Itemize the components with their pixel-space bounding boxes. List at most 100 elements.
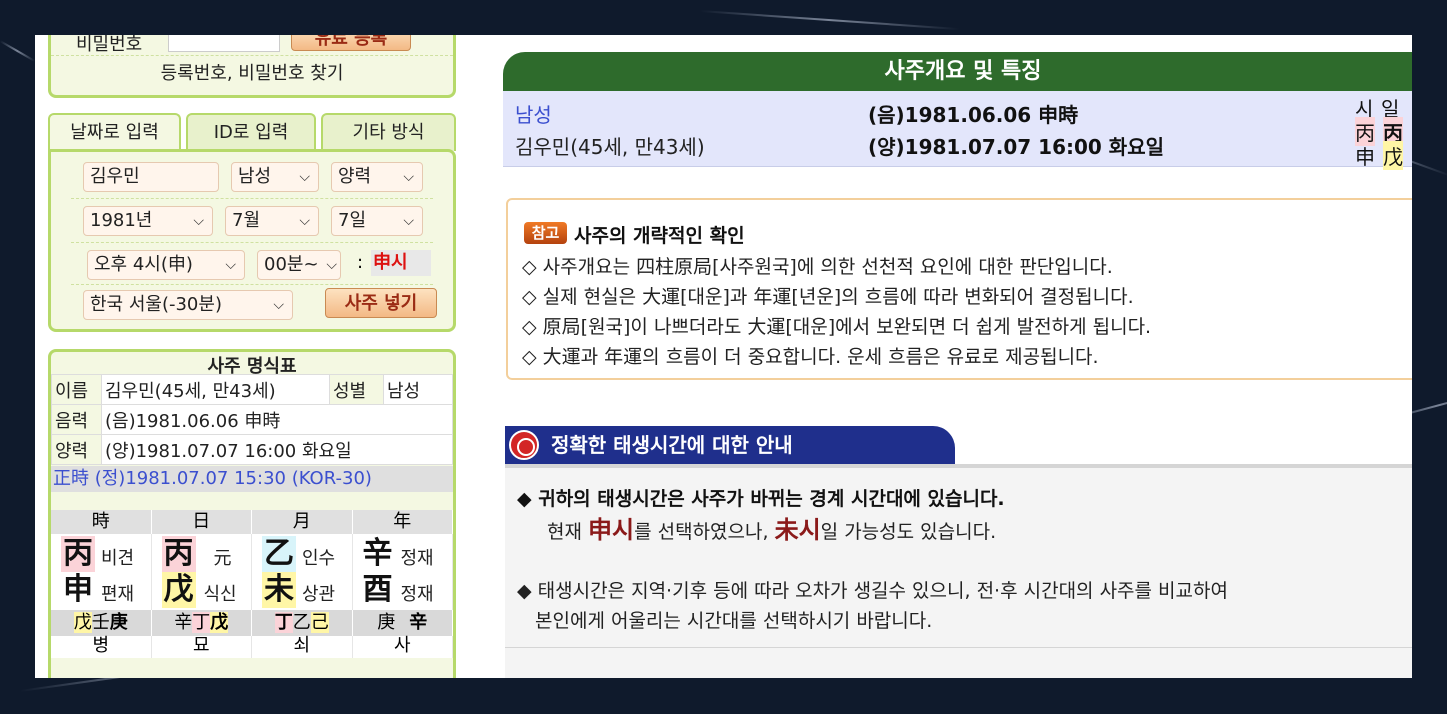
calendar-select-value: 양력 [338,166,372,187]
stem-ten-god: 비견 [101,548,135,569]
saju-submit-button[interactable]: 사주 넣기 [325,288,437,318]
login-box: 비밀번호 유료 등록 등록번호, 비밀번호 찾기 [48,35,456,98]
solar-value: (양)1981.07.07 16:00 화요일 [101,434,453,465]
overview-header: 사주개요 및 특징 [503,52,1412,91]
month-select-value: 7월 [232,210,261,231]
birth-time-header-text: 정확한 태생시간에 대한 안내 [551,433,793,457]
name-input[interactable]: 김우민 [83,162,219,192]
chevron-down-icon: ⌵ [326,257,337,273]
section-divider [505,647,1412,648]
stem-char: 辛 [362,536,393,571]
row-divider [71,284,433,285]
day-select[interactable]: 7일 ⌵ [331,206,423,236]
hidden-stems-day: 辛丁戊 [152,610,252,636]
stage-month: 쇠 [252,636,353,658]
birth-line-4: 본인에게 어울리는 시간대를 선택하시기 바랍니다. [535,610,933,632]
minute-select[interactable]: 00분~ ⌵ [257,250,341,280]
pillar-head-year: 年 [353,510,453,534]
pillar-year: 辛 정재 酉 정재 [353,534,453,610]
chevron-down-icon: ⌵ [193,213,204,229]
chevron-down-icon: ⌵ [225,257,236,273]
tab-id-input[interactable]: ID로 입력 [186,113,316,151]
chevron-down-icon: ⌵ [403,213,414,229]
hidden-stems-row: 戊壬庚 辛丁戊 丁乙己 庚辛 [51,610,453,636]
mini-branch-hour: 申 [1355,145,1375,169]
lunar-label: 음력 [51,404,102,435]
calendar-select[interactable]: 양력 ⌵ [331,162,423,192]
stage-year: 사 [353,636,453,658]
birth-time-header: 정확한 태생시간에 대한 안내 [505,426,955,464]
chevron-down-icon: ⌵ [299,213,310,229]
region-select-value: 한국 서울(-30분) [90,294,222,315]
branch-ten-god: 식신 [203,584,237,605]
reference-note-box: 참고 사주의 개략적인 확인 ◇ 사주개요는 四柱原局[사주원국]에 의한 선천… [506,198,1412,380]
name-value: 김우민(45세, 만43세) [101,374,330,405]
pillar-head-month: 月 [252,510,353,534]
chevron-down-icon: ⌵ [299,169,310,185]
four-pillars: 時 日 月 年 丙 비견 申 편재 丙 元 戊 식신 乙 인수 未 상관 辛 정… [51,510,453,658]
pillar-body: 丙 비견 申 편재 丙 元 戊 식신 乙 인수 未 상관 辛 정재 酉 정재 [51,534,453,610]
branch-ten-god: 편재 [101,584,135,605]
summary-solar-date: (양)1981.07.07 16:00 화요일 [868,135,1164,159]
branch-ten-god: 정재 [400,584,434,605]
birth-line-3: ◆ 태생시간은 지역·기후 등에 따라 오차가 생길수 있으니, 전·후 시간대… [517,580,1228,602]
hour-select-value: 오후 4시(申) [94,254,193,275]
branch-char: 酉 [362,572,393,607]
gender-value: 남성 [383,374,453,405]
branch-char: 戊 [161,572,196,608]
find-credentials-link[interactable]: 등록번호, 비밀번호 찾기 [51,55,453,85]
hidden-stems-month: 丁乙己 [252,610,353,636]
hour-select[interactable]: 오후 4시(申) ⌵ [87,250,245,280]
stem-char: 丙 [61,536,95,572]
selected-hour: 申시 [588,516,635,544]
input-method-tabs: 날짜로 입력 ID로 입력 기타 방식 [48,113,456,153]
branch-char: 未 [262,572,296,608]
solar-label: 양력 [51,434,102,465]
background-streak [0,40,36,62]
saju-chart-box: 사주 명식표 이름 김우민(45세, 만43세) 성별 남성 음력 (음)198… [48,349,456,678]
pillar-hour: 丙 비견 申 편재 [51,534,152,610]
minute-select-value: 00분~ [264,254,319,275]
background-streak [699,10,960,31]
gender-select[interactable]: 남성 ⌵ [231,162,319,192]
password-input[interactable] [168,35,280,52]
summary-name-age: 김우민(45세, 만43세) [515,135,705,159]
reference-line: ◇ 사주개요는 四柱原局[사주원국]에 의한 선천적 요인에 대한 판단입니다. [522,256,1113,278]
stage-hour: 병 [51,636,152,658]
time-separator: : [357,252,364,273]
pillar-headers: 時 日 月 年 [51,510,453,534]
reference-line: ◇ 大運과 年運의 흐름이 더 중요합니다. 운세 흐름은 유료로 제공됩니다. [522,346,1099,368]
summary-lunar-date: (음)1981.06.06 申時 [868,103,1079,127]
gender-select-value: 남성 [238,166,272,187]
reference-line: ◇ 原局[원국]이 나쁘더라도 大運[대운]에서 보완되면 더 쉽게 발전하게 … [522,316,1152,338]
region-select[interactable]: 한국 서울(-30분) ⌵ [83,290,293,320]
tab-other-method[interactable]: 기타 방식 [321,113,456,151]
tab-date-input[interactable]: 날짜로 입력 [48,113,181,153]
stem-char: 乙 [262,536,296,572]
twelve-stages-row: 병 묘 쇠 사 [51,636,453,658]
reference-title: 사주의 개략적인 확인 [574,225,745,247]
hidden-stems-year: 庚辛 [353,610,453,636]
day-select-value: 7일 [338,210,367,231]
alternative-hour: 未시 [774,516,821,544]
month-select[interactable]: 7월 ⌵ [225,206,319,236]
stem-char: 丙 [161,536,196,572]
row-divider [71,198,433,199]
mini-branch-day: 戊 [1383,141,1403,170]
name-label: 이름 [51,374,102,405]
birth-input-form: 김우민 남성 ⌵ 양력 ⌵ 1981년 ⌵ 7월 ⌵ 7일 ⌵ 오후 4시(申)… [48,149,456,332]
year-select-value: 1981년 [90,210,153,231]
year-select[interactable]: 1981년 ⌵ [83,206,213,236]
chart-info-table: 이름 김우민(45세, 만43세) 성별 남성 음력 (음)1981.06.06… [51,374,453,465]
person-summary-bar: 남성 김우민(45세, 만43세) (음)1981.06.06 申時 (양)19… [503,91,1412,170]
corrected-time: 正時 (정)1981.07.07 15:30 (KOR-30) [51,466,453,492]
pillar-month: 乙 인수 未 상관 [252,534,353,610]
chevron-down-icon: ⌵ [403,169,414,185]
stem-ten-god: 정재 [400,548,434,569]
gender-label: 성별 [329,374,384,405]
reference-line: ◇ 실제 현실은 大運[대운]과 年運[년운]의 흐름에 따라 변화되어 결정됩… [522,286,1134,308]
stem-ten-god: 인수 [302,548,336,569]
target-icon [509,430,539,460]
paid-register-button[interactable]: 유료 등록 [291,35,411,51]
birth-line-2: 현재 申시를 선택하였으나, 未시일 가능성도 있습니다. [547,516,997,544]
